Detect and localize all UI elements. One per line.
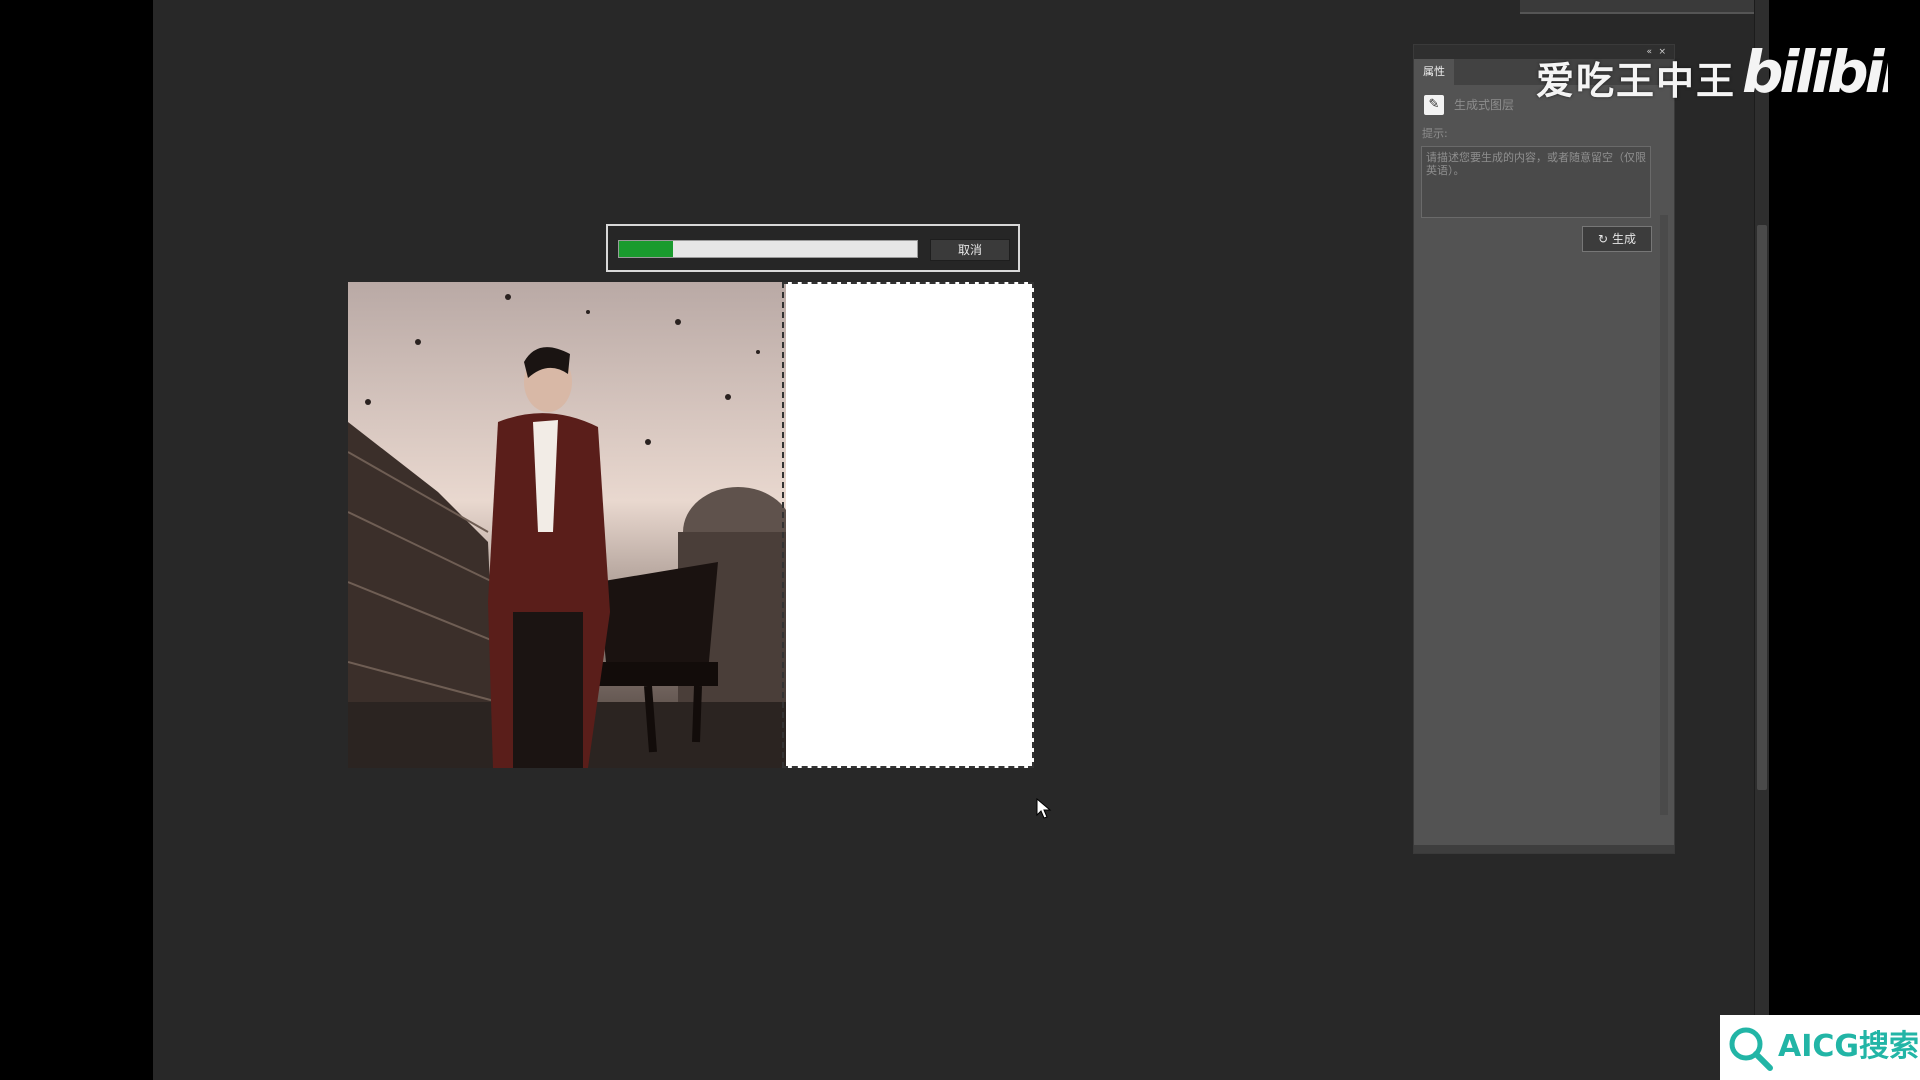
photo-image bbox=[348, 282, 786, 768]
scrollbar-thumb[interactable] bbox=[1757, 225, 1767, 790]
aicg-badge: AICG搜索 bbox=[1720, 1015, 1920, 1080]
workspace-vertical-scrollbar[interactable] bbox=[1754, 0, 1769, 1015]
canvas-extension-area[interactable] bbox=[786, 282, 1034, 768]
panel-bottom-bar bbox=[1414, 845, 1674, 853]
generate-button-label: 生成 bbox=[1611, 232, 1636, 246]
search-magnifier-icon bbox=[1729, 1027, 1773, 1071]
aicg-text: AICG搜索 bbox=[1778, 1029, 1920, 1064]
properties-panel: « × 属性 ✎ 生成式图层 提示: 请描述您要生成的内容，或者随意留空（仅限英… bbox=[1413, 44, 1675, 854]
panel-scrollbar[interactable] bbox=[1660, 215, 1668, 815]
generative-layer-icon: ✎ bbox=[1424, 95, 1444, 115]
document-canvas[interactable] bbox=[348, 282, 1034, 768]
cancel-button[interactable]: 取消 bbox=[930, 239, 1010, 261]
tab-properties[interactable]: 属性 bbox=[1414, 59, 1454, 85]
mouse-pointer-icon bbox=[1036, 798, 1052, 819]
refresh-icon: ↻ bbox=[1598, 232, 1609, 246]
progress-fill bbox=[619, 241, 673, 257]
top-toolbar-strip bbox=[1520, 0, 1765, 14]
channel-watermark: 爱吃王中王 bbox=[1536, 59, 1737, 103]
generate-button[interactable]: ↻ 生成 bbox=[1582, 226, 1652, 252]
progress-dialog: 取消 bbox=[606, 224, 1020, 272]
prompt-label: 提示: bbox=[1422, 127, 1448, 140]
svg-text:bilibili: bilibili bbox=[1742, 38, 1888, 102]
progress-bar bbox=[618, 240, 918, 258]
bilibili-logo: bilibili bbox=[1742, 38, 1888, 102]
prompt-input[interactable]: 请描述您要生成的内容，或者随意留空（仅限英语）。 bbox=[1421, 146, 1651, 218]
layer-type-label: 生成式图层 bbox=[1454, 98, 1515, 112]
